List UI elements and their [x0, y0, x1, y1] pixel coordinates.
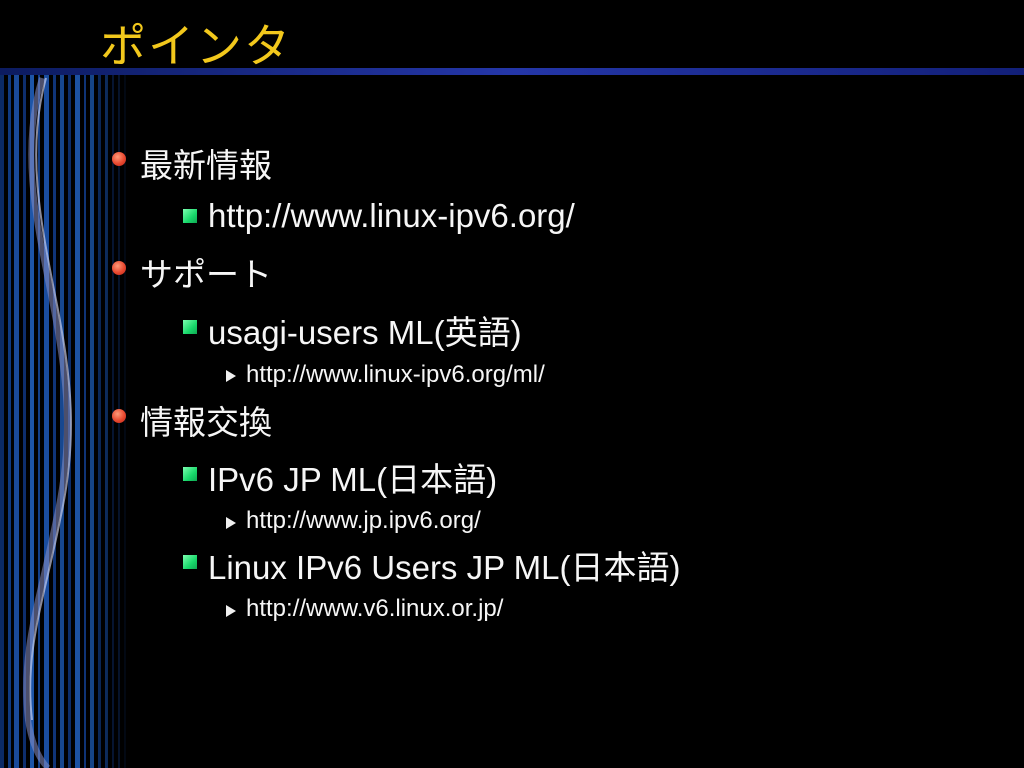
slide: ポインタ 最新情報 http://www.linux-ipv6.org/ サポー…	[0, 0, 1024, 768]
bullet-triangle-icon	[226, 517, 236, 529]
list-item-label: 情報交換	[140, 403, 272, 442]
bullet-triangle-icon	[226, 605, 236, 617]
link-text[interactable]: http://www.linux-ipv6.org/ml/	[246, 361, 545, 389]
sub-item-label: Linux IPv6 Users JP ML(日本語)	[208, 549, 681, 586]
slide-title: ポインタ	[100, 19, 292, 73]
list-item-label: サポート	[140, 255, 272, 294]
bullet-square-icon	[183, 555, 197, 569]
sub-item-label: IPv6 JP ML(日本語)	[208, 461, 498, 498]
link-text[interactable]: http://www.linux-ipv6.org/	[208, 197, 575, 235]
bullet-dot-icon	[112, 261, 126, 275]
bullet-square-icon	[183, 320, 197, 334]
bullet-square-icon	[183, 209, 197, 223]
link-text[interactable]: http://www.jp.ipv6.org/	[246, 507, 481, 535]
bullet-triangle-icon	[226, 370, 236, 382]
link-text[interactable]: http://www.v6.linux.or.jp/	[246, 595, 503, 623]
bullet-square-icon	[183, 467, 197, 481]
sub-item-label: usagi-users ML(英語)	[208, 314, 522, 351]
list-item-label: 最新情報	[140, 146, 272, 185]
bullet-dot-icon	[112, 152, 126, 166]
bullet-dot-icon	[112, 409, 126, 423]
